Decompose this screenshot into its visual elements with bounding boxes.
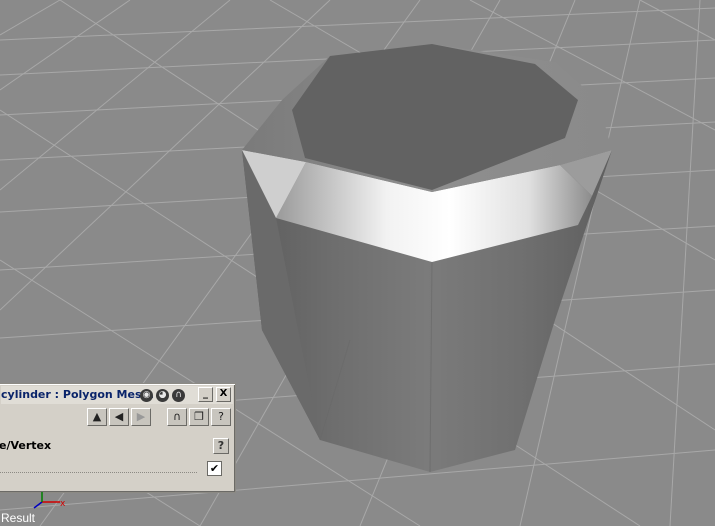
minimize-button[interactable]: _ (198, 387, 213, 402)
page-icon[interactable]: ❐ (189, 408, 209, 426)
enable-checkbox[interactable]: ✔ (207, 461, 222, 476)
section-help-icon[interactable]: ? (213, 438, 229, 454)
back-arrow-button[interactable]: ◀ (109, 408, 129, 426)
forward-arrow-button[interactable]: ▶ (131, 408, 151, 426)
help-icon[interactable]: ? (211, 408, 231, 426)
panel-title: cylinder : Polygon Mes... (1, 388, 155, 401)
svg-text:x: x (60, 499, 66, 509)
property-panel: cylinder : Polygon Mes... ◉ ◕ ∩ _ X ▲ ◀ … (0, 383, 236, 493)
sphere-icon[interactable]: ◕ (156, 389, 169, 402)
eye-icon[interactable]: ◉ (140, 389, 153, 402)
status-label: Result (1, 511, 36, 525)
section-label: e/Vertex (0, 439, 52, 452)
up-arrow-button[interactable]: ▲ (87, 408, 107, 426)
magnet-icon[interactable]: ∩ (167, 408, 187, 426)
panel-titlebar[interactable]: cylinder : Polygon Mes... ◉ ◕ ∩ _ X (1, 386, 233, 404)
axis-gizmo: x (33, 492, 66, 509)
close-button[interactable]: X (216, 387, 231, 402)
divider (0, 472, 197, 473)
lock-icon[interactable]: ∩ (172, 389, 185, 402)
